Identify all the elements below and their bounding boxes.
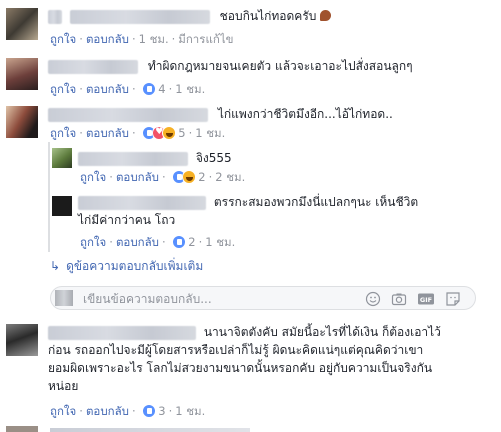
avatar	[55, 290, 73, 306]
comment-meta: ถูกใจ · ตอบกลับ · 1 ชม. · มีการแก้ไข	[50, 32, 233, 46]
comment-meta: ถูกใจ·ตอบกลับ· 5·1 ชม.	[50, 125, 225, 140]
haha-reaction-icon[interactable]	[182, 170, 197, 184]
reply-link[interactable]: ตอบกลับ	[86, 126, 129, 140]
like-link[interactable]: ถูกใจ	[50, 82, 76, 96]
author-name[interactable]	[48, 9, 62, 24]
like-link[interactable]: ถูกใจ	[50, 404, 76, 418]
like-reaction-icon[interactable]	[142, 82, 157, 96]
comment-text: นานาจิตตังคับ สมัยนี้อะไรที่ได้เงิน ก็ต้…	[48, 324, 441, 341]
sep: ·	[79, 126, 83, 140]
like-link[interactable]: ถูกใจ	[50, 126, 76, 140]
sep: ·	[131, 32, 136, 46]
timestamp[interactable]: 1 ชม.	[205, 235, 235, 249]
reply-text-line2: ไก่มีค่ากว่าคน โถว	[78, 213, 176, 227]
comment-body-line4: หน่อย	[48, 379, 79, 393]
comment-body-line2: ก่อน รถออกไปจะมีผู้โดยสารหรือเปล่าก็ไม่ร…	[48, 343, 424, 357]
sep: ·	[198, 235, 203, 249]
reply-composer[interactable]: GIF	[50, 286, 476, 310]
reply-input[interactable]	[83, 290, 333, 307]
timestamp[interactable]: 1 ชม.	[175, 82, 205, 96]
like-reaction-icon[interactable]	[172, 235, 187, 249]
comment-text: ทำผิดกฎหมายจนเคยตัว แล้วจะเอาอะไปสั่งสอน…	[48, 58, 413, 75]
like-link[interactable]: ถูกใจ	[80, 235, 106, 249]
reply-text: จิง555	[78, 150, 232, 167]
avatar[interactable]	[52, 148, 72, 168]
timestamp[interactable]: 1 ชม.	[195, 126, 225, 140]
reply-thread-line	[48, 142, 50, 252]
author-name[interactable]	[48, 325, 196, 340]
sep: ·	[79, 82, 83, 96]
reply-link[interactable]: ตอบกลับ	[86, 404, 129, 418]
edited-label[interactable]: มีการแก้ไข	[178, 32, 233, 46]
sep: ·	[161, 170, 166, 184]
comment-body-line1: นานาจิตตังคับ สมัยนี้อะไรที่ได้เงิน ก็ต้…	[203, 325, 441, 339]
like-reaction-icon[interactable]	[142, 404, 157, 418]
author-name[interactable]	[78, 151, 188, 166]
sep: ·	[208, 170, 213, 184]
comment-text: ชอบกินไก่ทอดครับ	[48, 8, 332, 25]
next-comment-partial	[6, 426, 38, 432]
reply-link[interactable]: ตอบกลับ	[86, 82, 129, 96]
author-name[interactable]	[48, 59, 138, 74]
next-comment-partial-text	[50, 428, 250, 432]
author-name[interactable]	[48, 107, 208, 122]
sep: ·	[168, 404, 173, 418]
avatar[interactable]	[6, 324, 38, 356]
avatar[interactable]	[6, 58, 38, 90]
timestamp[interactable]: 1 ชม.	[139, 32, 169, 46]
reaction-count[interactable]: 2	[188, 235, 195, 249]
sep: ·	[161, 235, 166, 249]
sep: ·	[168, 82, 173, 96]
sep: ·	[131, 82, 136, 96]
like-link[interactable]: ถูกใจ	[50, 32, 76, 46]
more-replies-link[interactable]: ↳ ดูข้อความตอบกลับเพิ่มเติม	[50, 257, 203, 276]
sep: ·	[131, 404, 136, 418]
sep: ·	[131, 126, 136, 140]
like-link[interactable]: ถูกใจ	[80, 170, 106, 184]
more-replies-label: ดูข้อความตอบกลับเพิ่มเติม	[66, 259, 204, 273]
sep: ·	[171, 32, 176, 46]
avatar[interactable]	[6, 8, 38, 40]
thread-arrow-icon: ↳	[50, 259, 61, 273]
avatar[interactable]	[52, 196, 72, 216]
timestamp[interactable]: 2 ชม.	[215, 170, 245, 184]
reaction-count[interactable]: 3	[158, 404, 165, 418]
reply-link[interactable]: ตอบกลับ	[86, 32, 129, 46]
comment-meta: ถูกใจ · ตอบกลับ · 3 · 1 ชม.	[50, 404, 205, 418]
sep: ·	[79, 404, 83, 418]
emoji-icon[interactable]	[365, 291, 381, 307]
reaction-count[interactable]: 4	[158, 82, 165, 96]
sticker-icon[interactable]	[445, 291, 461, 307]
reply-link[interactable]: ตอบกลับ	[116, 235, 159, 249]
author-name[interactable]	[78, 195, 206, 210]
reaction-count[interactable]: 2	[198, 170, 205, 184]
camera-icon[interactable]	[391, 291, 407, 307]
reaction-count[interactable]: 5	[178, 126, 185, 140]
sep: ·	[109, 170, 113, 184]
sep: ·	[79, 32, 83, 46]
author-name-blur[interactable]	[69, 9, 210, 24]
drumstick-emoji	[320, 10, 332, 21]
comment-meta: ถูกใจ · ตอบกลับ · 4 · 1 ชม.	[50, 82, 205, 96]
reply-body: จิง555	[195, 151, 232, 165]
gif-icon[interactable]: GIF	[417, 291, 435, 307]
reply-meta: ถูกใจ · ตอบกลับ · 2 · 1 ชม.	[80, 235, 235, 249]
comment-body: ไก่แพงกว่าชีวิตมึงอีก...ไอ้ไก่ทอด..	[217, 107, 393, 121]
reply-link[interactable]: ตอบกลับ	[116, 170, 159, 184]
comment-text: ไก่แพงกว่าชีวิตมึงอีก...ไอ้ไก่ทอด..	[48, 106, 393, 123]
comment-body: ชอบกินไก่ทอดครับ	[219, 9, 317, 23]
comment-body: ทำผิดกฎหมายจนเคยตัว แล้วจะเอาอะไปสั่งสอน…	[147, 59, 413, 73]
reply-meta: ถูกใจ · ตอบกลับ · 2 · 2 ชม.	[80, 170, 245, 184]
timestamp[interactable]: 1 ชม.	[175, 404, 205, 418]
sep: ·	[109, 235, 113, 249]
reply-body-line1: ตรรกะสมองพวกมึงนี่แปลกๆนะ เห็นชีวิต	[213, 195, 419, 209]
haha-reaction-icon[interactable]	[162, 126, 177, 140]
sep: ·	[188, 126, 193, 140]
svg-text:GIF: GIF	[420, 296, 432, 304]
avatar[interactable]	[6, 106, 38, 138]
reply-text: ตรรกะสมองพวกมึงนี่แปลกๆนะ เห็นชีวิต	[78, 194, 418, 211]
comment-body-line3: ยอมผิดเพราะอะไร โลกไม่สวยงามขนาดนั้นหรอก…	[48, 361, 433, 375]
